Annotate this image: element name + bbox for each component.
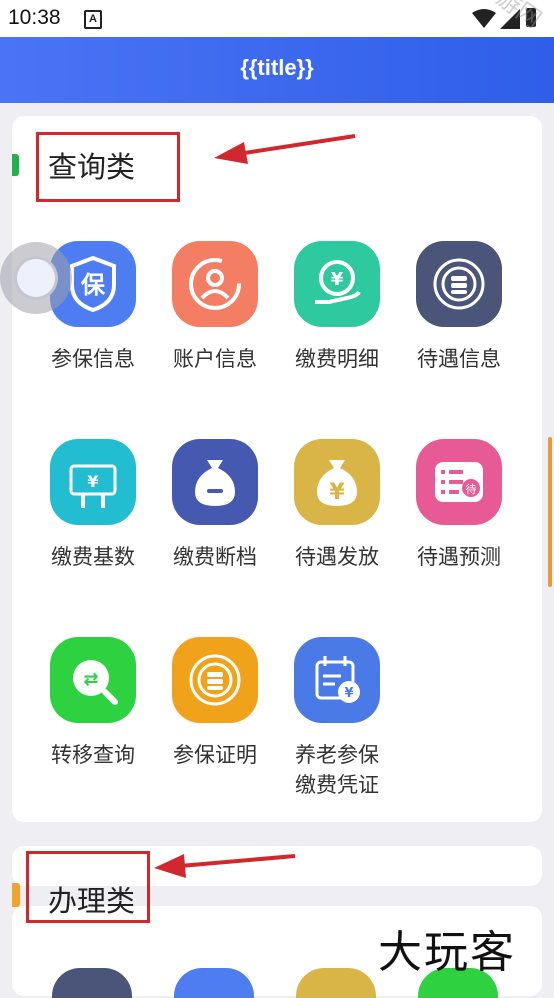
floating-assist-button[interactable] bbox=[0, 242, 72, 314]
svg-text:保: 保 bbox=[80, 271, 106, 299]
grid-item-label: 缴费明细 bbox=[295, 347, 379, 371]
annotation-box bbox=[26, 851, 150, 923]
grid-item-benefit-payout[interactable]: ¥ 待遇发放 bbox=[277, 439, 397, 572]
transfer-search-icon: ⇄ bbox=[50, 637, 136, 723]
money-bag-yuan-icon: ¥ bbox=[294, 439, 380, 525]
yuan-hand-icon: ¥ bbox=[294, 241, 380, 327]
brand-watermark: 大玩客 bbox=[378, 927, 516, 978]
grid-item-label: 待遇发放 bbox=[295, 545, 379, 569]
svg-text:¥: ¥ bbox=[87, 472, 98, 491]
money-bag-minus-icon bbox=[172, 439, 258, 525]
grid-item-benefit-info[interactable]: 待遇信息 bbox=[399, 241, 519, 374]
status-time: 10:38 bbox=[8, 6, 61, 29]
svg-text:待: 待 bbox=[466, 482, 477, 496]
grid-item-label: 待遇信息 bbox=[417, 347, 501, 371]
coin-badge-icon bbox=[172, 637, 258, 723]
grid-item-label: 参保证明 bbox=[173, 743, 257, 767]
section-accent-bar bbox=[12, 883, 20, 907]
notification-icon: A bbox=[84, 10, 102, 29]
annotation-box bbox=[36, 132, 180, 202]
grid-item-label: 缴费断档 bbox=[173, 545, 257, 569]
app-header: {{title}} bbox=[0, 37, 554, 103]
svg-text:¥: ¥ bbox=[329, 480, 345, 505]
svg-text:¥: ¥ bbox=[331, 269, 344, 290]
grid-item-label-line2: 缴费凭证 bbox=[295, 773, 379, 797]
scrollbar[interactable] bbox=[548, 437, 552, 587]
grid-item-transfer-query[interactable]: ⇄ 转移查询 bbox=[33, 637, 153, 770]
coin-stack-icon bbox=[416, 241, 502, 327]
list-dai-icon: 待 bbox=[416, 439, 502, 525]
status-bar: 10:38 A 乐玩手游网 bbox=[0, 0, 554, 37]
grid-item-label: 缴费基数 bbox=[51, 545, 135, 569]
user-refresh-icon bbox=[172, 241, 258, 327]
grid-item-label: 转移查询 bbox=[51, 743, 135, 767]
grid-item-label: 养老参保 缴费凭证 bbox=[277, 740, 397, 800]
grid-item-peek[interactable] bbox=[174, 968, 254, 998]
section-accent-bar bbox=[12, 154, 19, 176]
grid-item-label: 待遇预测 bbox=[417, 545, 501, 569]
grid-item-pension-voucher[interactable]: ¥ 养老参保 缴费凭证 bbox=[277, 637, 397, 800]
grid-item-payment-base[interactable]: ¥ 缴费基数 bbox=[33, 439, 153, 572]
grid-item-insurance-certificate[interactable]: 参保证明 bbox=[155, 637, 275, 770]
grid-item-payment-gap[interactable]: 缴费断档 bbox=[155, 439, 275, 572]
grid-item-account-info[interactable]: 账户信息 bbox=[155, 241, 275, 374]
hand-yuan-icon: ¥ bbox=[50, 439, 136, 525]
grid-item-benefit-forecast[interactable]: 待 待遇预测 bbox=[399, 439, 519, 572]
svg-text:⇄: ⇄ bbox=[83, 669, 98, 690]
grid-item-label: 参保信息 bbox=[51, 347, 135, 371]
annotation-arrow-icon bbox=[214, 134, 356, 164]
calendar-yuan-icon: ¥ bbox=[294, 637, 380, 723]
grid-item-peek[interactable] bbox=[296, 968, 376, 998]
grid-item-peek[interactable] bbox=[52, 968, 132, 998]
grid-item-label: 账户信息 bbox=[173, 347, 257, 371]
annotation-arrow-icon bbox=[154, 854, 296, 878]
page-title: {{title}} bbox=[240, 55, 314, 80]
wifi-icon bbox=[472, 9, 496, 28]
svg-text:¥: ¥ bbox=[344, 686, 353, 701]
grid-item-label-line1: 养老参保 bbox=[295, 743, 379, 767]
grid-item-payment-detail[interactable]: ¥ 缴费明细 bbox=[277, 241, 397, 374]
assist-ball-icon bbox=[14, 256, 58, 300]
